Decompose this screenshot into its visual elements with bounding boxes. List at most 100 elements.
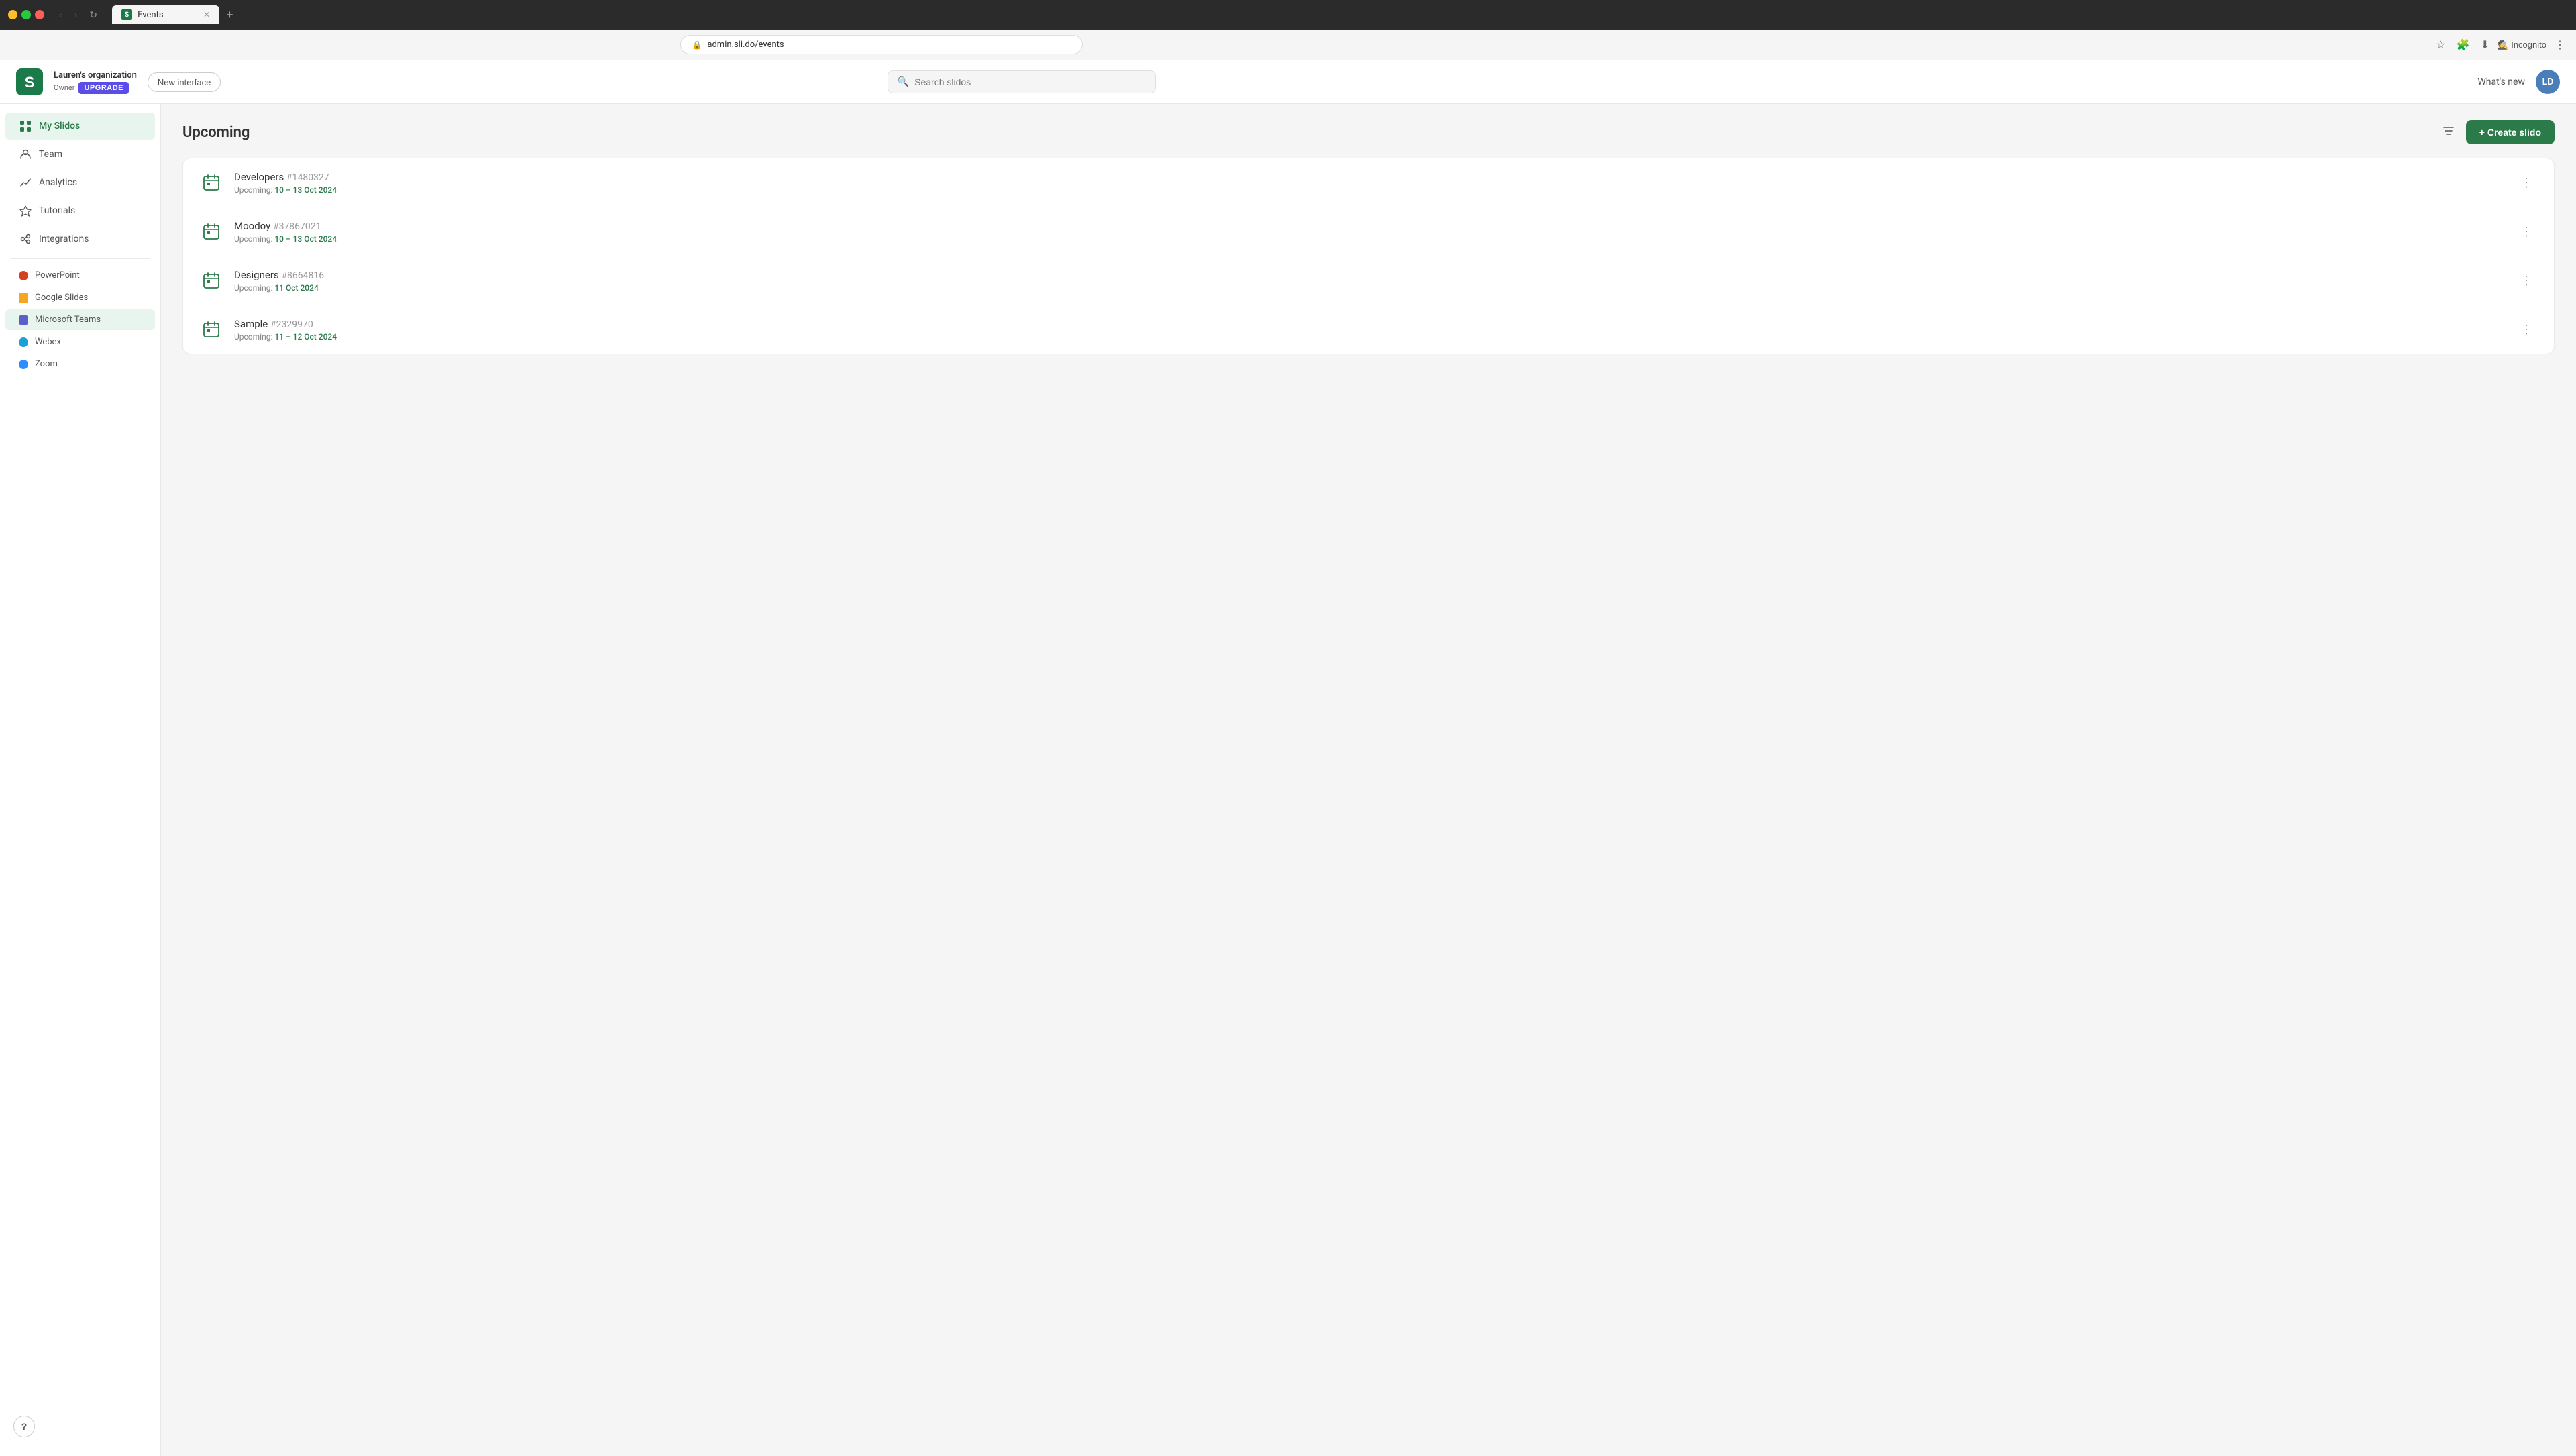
team-icon — [19, 148, 32, 161]
whats-new-link[interactable]: What's new — [2477, 76, 2525, 87]
sidebar-item-powerpoint[interactable]: PowerPoint — [5, 265, 155, 286]
event-more-button-1[interactable]: ⋮ — [2515, 173, 2538, 193]
sidebar-item-team[interactable]: Team — [5, 141, 155, 168]
sidebar: My Slidos Team Analytics — [0, 104, 161, 1456]
sidebar-item-webex-label: Webex — [35, 337, 61, 347]
webex-icon — [19, 337, 28, 347]
logo: S — [16, 68, 43, 95]
sidebar-item-microsoft-teams[interactable]: Microsoft Teams — [5, 309, 155, 330]
events-list: Developers #1480327 Upcoming: 10 – 13 Oc… — [182, 158, 2555, 354]
app-container: S Lauren's organization Owner UPGRADE Ne… — [0, 60, 2576, 1456]
powerpoint-icon — [19, 271, 28, 280]
event-info-4: Sample #2329970 Upcoming: 11 – 12 Oct 20… — [234, 318, 2504, 342]
sidebar-item-integrations[interactable]: Integrations — [5, 225, 155, 252]
event-more-button-2[interactable]: ⋮ — [2515, 222, 2538, 242]
tutorials-icon — [19, 204, 32, 217]
close-button[interactable] — [35, 10, 44, 19]
event-date-1: Upcoming: 10 – 13 Oct 2024 — [234, 185, 2504, 195]
tab-close-button[interactable]: ✕ — [203, 10, 210, 19]
svg-text:S: S — [25, 74, 35, 91]
address-text: admin.sli.do/events — [707, 40, 784, 50]
sidebar-item-my-slidos-label: My Slidos — [39, 121, 80, 132]
event-name-2: Moodoy #37867021 — [234, 220, 2504, 232]
sidebar-item-analytics-label: Analytics — [39, 177, 77, 188]
org-role-row: Owner UPGRADE — [54, 82, 137, 94]
event-item: Developers #1480327 Upcoming: 10 – 13 Oc… — [183, 158, 2554, 207]
event-item: Designers #8664816 Upcoming: 11 Oct 2024… — [183, 256, 2554, 305]
org-role: Owner — [54, 83, 74, 92]
content-header: Upcoming + Create slido — [182, 120, 2555, 144]
event-calendar-icon-3 — [199, 268, 223, 293]
sidebar-item-microsoft-teams-label: Microsoft Teams — [35, 315, 101, 325]
event-calendar-icon-2 — [199, 219, 223, 244]
search-input[interactable] — [914, 76, 1146, 87]
address-bar-row: 🔒 admin.sli.do/events ☆ 🧩 ⬇ 🕵 Incognito … — [0, 30, 2576, 60]
incognito-button[interactable]: 🕵 Incognito — [2498, 40, 2546, 50]
event-info-2: Moodoy #37867021 Upcoming: 10 – 13 Oct 2… — [234, 220, 2504, 244]
page-title: Upcoming — [182, 124, 250, 141]
bookmark-button[interactable]: ☆ — [2433, 36, 2448, 54]
main-layout: My Slidos Team Analytics — [0, 104, 2576, 1456]
browser-nav: ‹ › ↻ — [55, 7, 101, 23]
sidebar-item-analytics[interactable]: Analytics — [5, 169, 155, 196]
event-more-button-3[interactable]: ⋮ — [2515, 271, 2538, 291]
sidebar-item-tutorials-label: Tutorials — [39, 205, 75, 216]
address-bar[interactable]: 🔒 admin.sli.do/events — [680, 35, 1083, 54]
help-button[interactable]: ? — [13, 1416, 35, 1437]
event-name-3: Designers #8664816 — [234, 269, 2504, 281]
download-button[interactable]: ⬇ — [2478, 36, 2492, 54]
active-tab[interactable]: S Events ✕ — [112, 5, 219, 24]
maximize-button[interactable] — [21, 10, 31, 19]
tab-bar: S Events ✕ + — [112, 5, 2563, 24]
event-id-2: #37867021 — [273, 221, 321, 232]
extensions-button[interactable]: 🧩 — [2454, 36, 2473, 54]
org-info: Lauren's organization Owner UPGRADE — [54, 70, 137, 94]
event-item: Sample #2329970 Upcoming: 11 – 12 Oct 20… — [183, 305, 2554, 354]
google-slides-icon — [19, 293, 28, 303]
sidebar-item-team-label: Team — [39, 149, 62, 160]
sidebar-item-integrations-label: Integrations — [39, 233, 89, 244]
browser-chrome: ‹ › ↻ S Events ✕ + — [0, 0, 2576, 30]
forward-button[interactable]: › — [70, 7, 82, 23]
sidebar-item-tutorials[interactable]: Tutorials — [5, 197, 155, 224]
event-date-4: Upcoming: 11 – 12 Oct 2024 — [234, 332, 2504, 342]
filter-button[interactable] — [2439, 121, 2458, 144]
back-button[interactable]: ‹ — [55, 7, 66, 23]
sidebar-item-google-slides[interactable]: Google Slides — [5, 287, 155, 308]
search-icon: 🔍 — [898, 76, 909, 87]
header-right: What's new LD — [2477, 70, 2560, 94]
new-tab-button[interactable]: + — [222, 7, 237, 23]
event-id-4: #2329970 — [270, 319, 313, 330]
header-actions: + Create slido — [2439, 120, 2555, 144]
event-date-2: Upcoming: 10 – 13 Oct 2024 — [234, 234, 2504, 244]
event-calendar-icon-1 — [199, 170, 223, 195]
reload-button[interactable]: ↻ — [85, 7, 101, 23]
app-header: S Lauren's organization Owner UPGRADE Ne… — [0, 60, 2576, 104]
tab-favicon: S — [121, 9, 132, 20]
event-info-1: Developers #1480327 Upcoming: 10 – 13 Oc… — [234, 171, 2504, 195]
browser-toolbar: ☆ 🧩 ⬇ 🕵 Incognito ⋮ — [2433, 36, 2568, 54]
org-name: Lauren's organization — [54, 70, 137, 81]
sidebar-item-zoom[interactable]: Zoom — [5, 354, 155, 374]
sidebar-item-zoom-label: Zoom — [35, 359, 58, 369]
event-name-4: Sample #2329970 — [234, 318, 2504, 330]
incognito-icon: 🕵 — [2498, 40, 2508, 50]
sidebar-item-webex[interactable]: Webex — [5, 331, 155, 352]
event-calendar-icon-4 — [199, 317, 223, 342]
event-info-3: Designers #8664816 Upcoming: 11 Oct 2024 — [234, 269, 2504, 293]
new-interface-button[interactable]: New interface — [148, 72, 221, 92]
minimize-button[interactable] — [8, 10, 17, 19]
event-id-1: #1480327 — [286, 172, 329, 183]
menu-button[interactable]: ⋮ — [2552, 36, 2568, 54]
upgrade-button[interactable]: UPGRADE — [78, 82, 129, 94]
event-more-button-4[interactable]: ⋮ — [2515, 320, 2538, 340]
window-controls — [8, 10, 44, 19]
grid-icon — [19, 119, 32, 133]
filter-icon — [2442, 124, 2455, 138]
create-slido-button[interactable]: + Create slido — [2466, 120, 2555, 144]
avatar[interactable]: LD — [2536, 70, 2560, 94]
sidebar-item-my-slidos[interactable]: My Slidos — [5, 113, 155, 140]
sidebar-divider — [11, 258, 150, 259]
event-id-3: #8664816 — [281, 270, 324, 281]
zoom-icon — [19, 360, 28, 369]
